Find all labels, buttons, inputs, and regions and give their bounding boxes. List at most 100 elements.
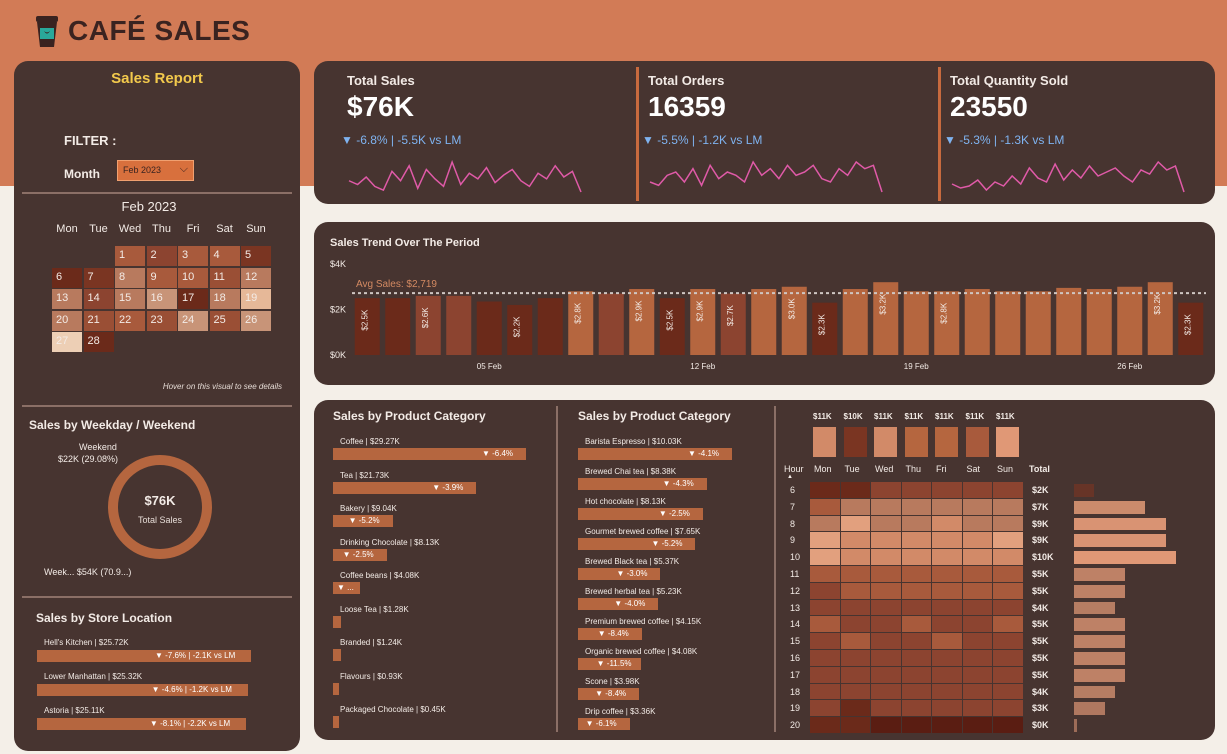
hour-total-bar[interactable]	[1074, 668, 1125, 682]
day-total-swatch[interactable]	[843, 427, 867, 457]
heatmap-cell[interactable]	[932, 650, 962, 666]
calendar-day[interactable]: 23	[146, 310, 177, 331]
heatmap-cell[interactable]	[871, 700, 901, 717]
heatmap-cell[interactable]	[840, 532, 870, 549]
heatmap-cell[interactable]	[810, 700, 840, 717]
hour-total-bar[interactable]	[1074, 652, 1125, 665]
category-bar[interactable]	[333, 649, 342, 661]
calendar-day[interactable]: 9	[146, 267, 177, 288]
heatmap-cell[interactable]	[810, 666, 840, 683]
heatmap-cell[interactable]	[871, 599, 901, 616]
heatmap-cell[interactable]	[993, 616, 1023, 633]
heatmap-cell[interactable]	[962, 498, 992, 515]
heatmap-cell[interactable]	[901, 717, 931, 733]
heatmap-cell[interactable]	[871, 532, 901, 549]
heatmap-cell[interactable]	[810, 683, 840, 700]
calendar-day[interactable]: 20	[52, 310, 82, 331]
day-total-swatch[interactable]	[813, 427, 836, 457]
calendar-day[interactable]: 14	[83, 289, 114, 309]
heatmap-cell[interactable]	[840, 616, 870, 633]
category-bar[interactable]	[333, 716, 339, 728]
heatmap-cell[interactable]	[840, 666, 870, 683]
calendar-day[interactable]: 17	[178, 289, 208, 309]
heatmap-cell[interactable]	[901, 532, 931, 549]
heatmap-cell[interactable]	[962, 650, 992, 666]
heatmap-cell[interactable]	[810, 599, 840, 616]
heatmap-cell[interactable]	[810, 532, 840, 549]
heatmap-cell[interactable]	[962, 717, 992, 733]
heatmap-cell[interactable]	[840, 549, 870, 565]
heatmap-cell[interactable]	[932, 717, 962, 733]
day-total-swatch[interactable]	[874, 427, 897, 457]
heatmap-cell[interactable]	[901, 650, 931, 666]
heatmap-cell[interactable]	[932, 549, 962, 565]
calendar-day[interactable]: 22	[115, 310, 145, 331]
heatmap-cell[interactable]	[871, 650, 901, 666]
heatmap-cell[interactable]	[840, 700, 870, 717]
heatmap-cell[interactable]	[932, 566, 962, 582]
heatmap-cell[interactable]	[871, 515, 901, 532]
heatmap-cell[interactable]	[901, 633, 931, 649]
calendar-day[interactable]: 2	[146, 246, 177, 266]
calendar-day[interactable]: 27	[52, 332, 82, 352]
heatmap-cell[interactable]	[810, 566, 840, 582]
sales-trend-chart[interactable]: $4K $2K $0K $2.5K $2.6K $2.2K $2.8K $2.9K $2.5K $…	[314, 222, 1215, 385]
calendar-day[interactable]: 25	[209, 310, 240, 331]
category-bar[interactable]	[333, 615, 342, 628]
heatmap-cell[interactable]	[993, 650, 1023, 666]
calendar-day[interactable]: 24	[178, 310, 208, 331]
heatmap-cell[interactable]	[810, 616, 840, 633]
heatmap-cell[interactable]	[962, 666, 992, 683]
heatmap-cell[interactable]	[871, 582, 901, 599]
heatmap-cell[interactable]	[840, 717, 870, 733]
kpi-sparkline[interactable]	[950, 156, 1186, 196]
weekday-donut-chart[interactable]: $76K Total Sales	[104, 451, 216, 563]
heatmap-cell[interactable]	[840, 683, 870, 700]
heatmap-cell[interactable]	[840, 566, 870, 582]
heatmap-cell[interactable]	[810, 650, 840, 666]
heatmap-cell[interactable]	[962, 515, 992, 532]
calendar-day[interactable]: 28	[83, 332, 114, 352]
day-total-swatch[interactable]	[935, 427, 958, 457]
hour-total-bar[interactable]	[1074, 500, 1146, 514]
heatmap-cell[interactable]	[840, 633, 870, 649]
day-total-swatch[interactable]	[996, 427, 1019, 457]
heatmap-cell[interactable]	[871, 616, 901, 633]
calendar-day[interactable]: 3	[178, 246, 208, 266]
hour-total-bar[interactable]	[1074, 601, 1115, 615]
calendar-day[interactable]: 5	[241, 246, 271, 266]
calendar-day[interactable]: 26	[241, 310, 271, 331]
hour-total-bar[interactable]	[1074, 484, 1095, 497]
calendar-day[interactable]: 7	[83, 267, 114, 288]
heatmap-cell[interactable]	[901, 515, 931, 532]
hour-total-bar[interactable]	[1074, 568, 1125, 581]
heatmap-cell[interactable]	[993, 566, 1023, 582]
heatmap-cell[interactable]	[840, 482, 870, 498]
heatmap-cell[interactable]	[810, 633, 840, 649]
calendar-day[interactable]: 6	[52, 267, 82, 288]
heatmap-cell[interactable]	[871, 633, 901, 649]
heatmap-cell[interactable]	[993, 599, 1023, 616]
heatmap-cell[interactable]	[901, 599, 931, 616]
month-dropdown[interactable]: Feb 2023 ⌵	[117, 160, 194, 181]
heatmap-cell[interactable]	[993, 700, 1023, 717]
heatmap-cell[interactable]	[993, 633, 1023, 649]
heatmap-cell[interactable]	[993, 666, 1023, 683]
heatmap-cell[interactable]	[810, 498, 840, 515]
heatmap-cell[interactable]	[871, 717, 901, 733]
kpi-sparkline[interactable]	[648, 156, 884, 196]
heatmap-cell[interactable]	[871, 566, 901, 582]
hour-total-bar[interactable]	[1074, 551, 1176, 564]
heatmap-cell[interactable]	[962, 633, 992, 649]
heatmap-cell[interactable]	[993, 482, 1023, 498]
heatmap-cell[interactable]	[993, 498, 1023, 515]
heatmap-cell[interactable]	[962, 482, 992, 498]
heatmap-cell[interactable]	[932, 666, 962, 683]
hour-total-bar[interactable]	[1074, 584, 1125, 598]
hour-total-bar[interactable]	[1074, 702, 1105, 716]
heatmap-cell[interactable]	[840, 498, 870, 515]
heatmap-cell[interactable]	[962, 549, 992, 565]
heatmap-cell[interactable]	[932, 700, 962, 717]
heatmap-cell[interactable]	[932, 532, 962, 549]
calendar-day[interactable]: 8	[115, 267, 145, 288]
